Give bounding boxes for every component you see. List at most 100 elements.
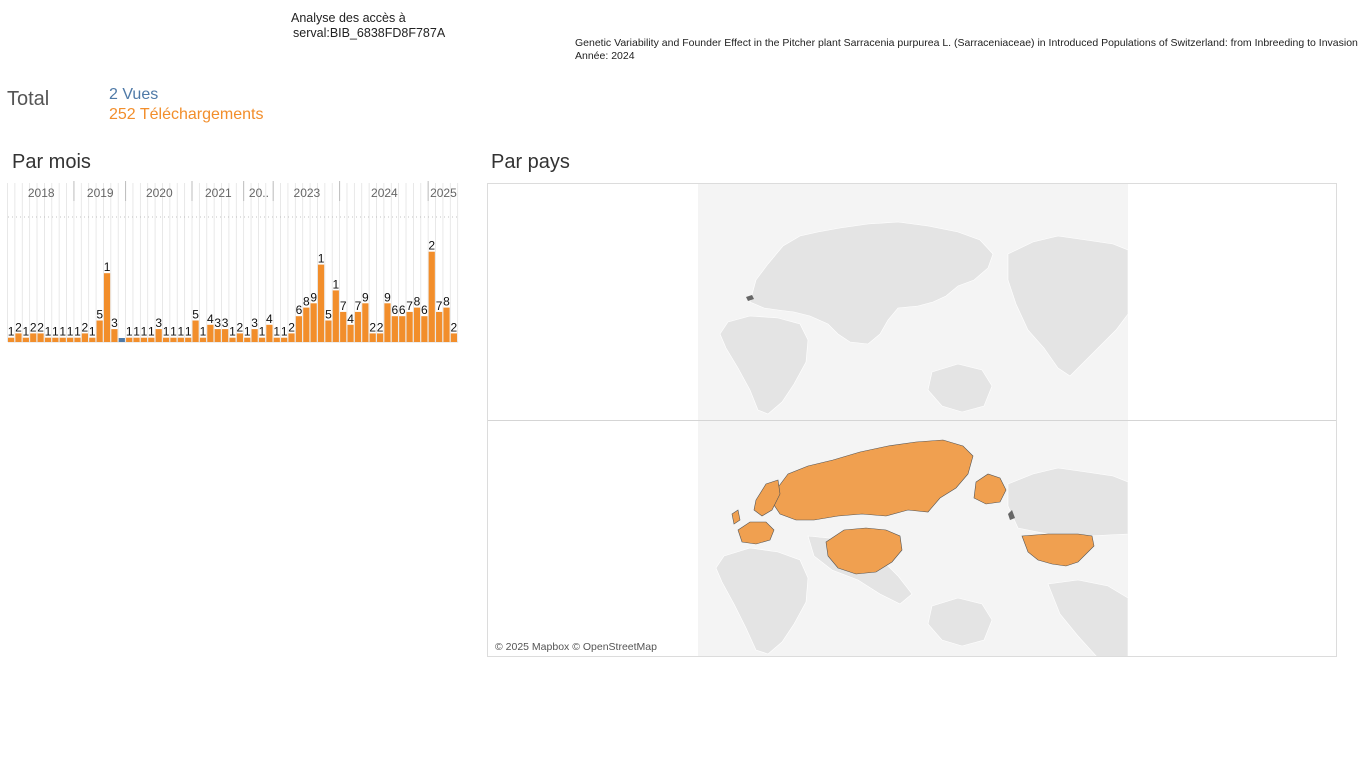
bar-downloads (450, 333, 457, 342)
country-section-title: Par pays (491, 151, 570, 173)
bar-label: 1 (74, 325, 81, 339)
landmass-canada-bottom (1007, 467, 1129, 537)
bar-downloads (30, 333, 37, 342)
bar-label: 2 (428, 239, 435, 253)
bar-label: 4 (266, 312, 273, 326)
year-label: 2024 (371, 186, 398, 200)
bar-label: 3 (222, 316, 229, 330)
bar-downloads (369, 333, 376, 342)
bar-label: 5 (192, 308, 199, 322)
bar-label: 3 (251, 316, 258, 330)
publication-year: Année: 2024 (575, 50, 635, 62)
bar-downloads (192, 320, 199, 342)
bar-label: 2 (369, 320, 376, 334)
bar-label: 1 (281, 325, 288, 339)
bar-downloads (436, 311, 443, 342)
bar-label: 8 (303, 295, 310, 309)
bar-downloads (391, 316, 398, 342)
bar-downloads (303, 307, 310, 342)
bar-downloads (222, 329, 229, 342)
page-title-line2: serval:BIB_6838FD8F787A (293, 26, 446, 40)
map-panel-downloads (698, 421, 1129, 656)
bar-label: 2 (15, 320, 22, 334)
bar-downloads (377, 333, 384, 342)
year-label: 20.. (249, 186, 269, 200)
bar-downloads (421, 316, 428, 342)
bar-label: 1 (185, 325, 192, 339)
bar-label: 1 (59, 325, 66, 339)
bar-label: 1 (52, 325, 59, 339)
bar-downloads (111, 329, 118, 342)
bar-label: 5 (96, 308, 103, 322)
bar-label: 1 (259, 325, 266, 339)
bar-downloads (266, 324, 273, 342)
publication-title: Genetic Variability and Founder Effect i… (575, 37, 1358, 49)
bar-label: 1 (104, 260, 111, 274)
bar-downloads (236, 333, 243, 342)
monthly-bar-chart: 2018 2019 2020 2021 20.. 2023 2024 2025 1212211… (7, 181, 459, 343)
bar-label: 3 (214, 316, 221, 330)
bar-label: 1 (45, 325, 52, 339)
publication-info: Genetic Variability and Founder Effect i… (575, 37, 1360, 63)
year-label: 2019 (87, 186, 114, 200)
bar-label: 1 (244, 325, 251, 339)
bar-label: 1 (163, 325, 170, 339)
bar-label: 1 (177, 325, 184, 339)
bar-label: 2 (451, 320, 458, 334)
bar-downloads (317, 264, 325, 342)
bar-label: 6 (399, 303, 406, 317)
map-panel-views (698, 184, 1129, 420)
bar-label: 4 (347, 312, 354, 326)
bar-label: 1 (148, 325, 155, 339)
bar-downloads (288, 333, 295, 342)
bar-label: 9 (362, 290, 369, 304)
bar-downloads (362, 303, 369, 342)
bar-label: 6 (421, 303, 428, 317)
bar-label: 7 (436, 299, 443, 313)
bar-downloads (15, 333, 22, 342)
bar-label: 3 (111, 316, 118, 330)
bar-downloads (37, 333, 44, 342)
bar-views (118, 338, 125, 342)
bar-downloads (384, 303, 391, 342)
bar-label: 7 (355, 299, 362, 313)
total-views[interactable]: 2 Vues (109, 86, 158, 104)
bar-label: 4 (207, 312, 214, 326)
bar-label: 7 (406, 299, 413, 313)
year-labels: 2018 2019 2020 2021 20.. 2023 2024 2025 (28, 186, 457, 200)
bar-label: 3 (155, 316, 162, 330)
bar-label: 7 (340, 299, 347, 313)
bar-label: 9 (310, 290, 317, 304)
bar-downloads (325, 320, 332, 342)
bar-label: 1 (8, 325, 15, 339)
world-map-svg (488, 184, 1336, 656)
bar-label: 5 (325, 308, 332, 322)
bar-label: 6 (296, 303, 303, 317)
bar-downloads (347, 324, 354, 342)
bar-label: 1 (126, 325, 133, 339)
bar-label: 1 (23, 325, 30, 339)
bar-downloads (251, 329, 258, 342)
map-credit: © 2025 Mapbox © OpenStreetMap (495, 641, 657, 653)
bar-label: 1 (332, 277, 339, 291)
bar-label: 1 (318, 252, 325, 266)
bar-label: 2 (237, 320, 244, 334)
bar-downloads (103, 273, 111, 342)
total-downloads[interactable]: 252 Téléchargements (109, 106, 263, 124)
bar-label: 2 (377, 320, 384, 334)
country-map[interactable]: © 2025 Mapbox © OpenStreetMap (487, 183, 1337, 657)
bar-label: 1 (200, 325, 207, 339)
year-label: 2020 (146, 186, 173, 200)
year-label: 2018 (28, 186, 55, 200)
bar-downloads (428, 251, 435, 342)
bar-downloads (406, 311, 413, 342)
bar-label: 9 (384, 290, 391, 304)
bar-label: 1 (273, 325, 280, 339)
total-label: Total (7, 88, 50, 110)
bar-downloads (310, 303, 317, 342)
bar-downloads (81, 333, 88, 342)
bar-downloads (207, 324, 214, 342)
page-title-line1: Analyse des accès à (291, 11, 406, 25)
bar-label: 8 (443, 295, 450, 309)
bar-label: 1 (67, 325, 74, 339)
